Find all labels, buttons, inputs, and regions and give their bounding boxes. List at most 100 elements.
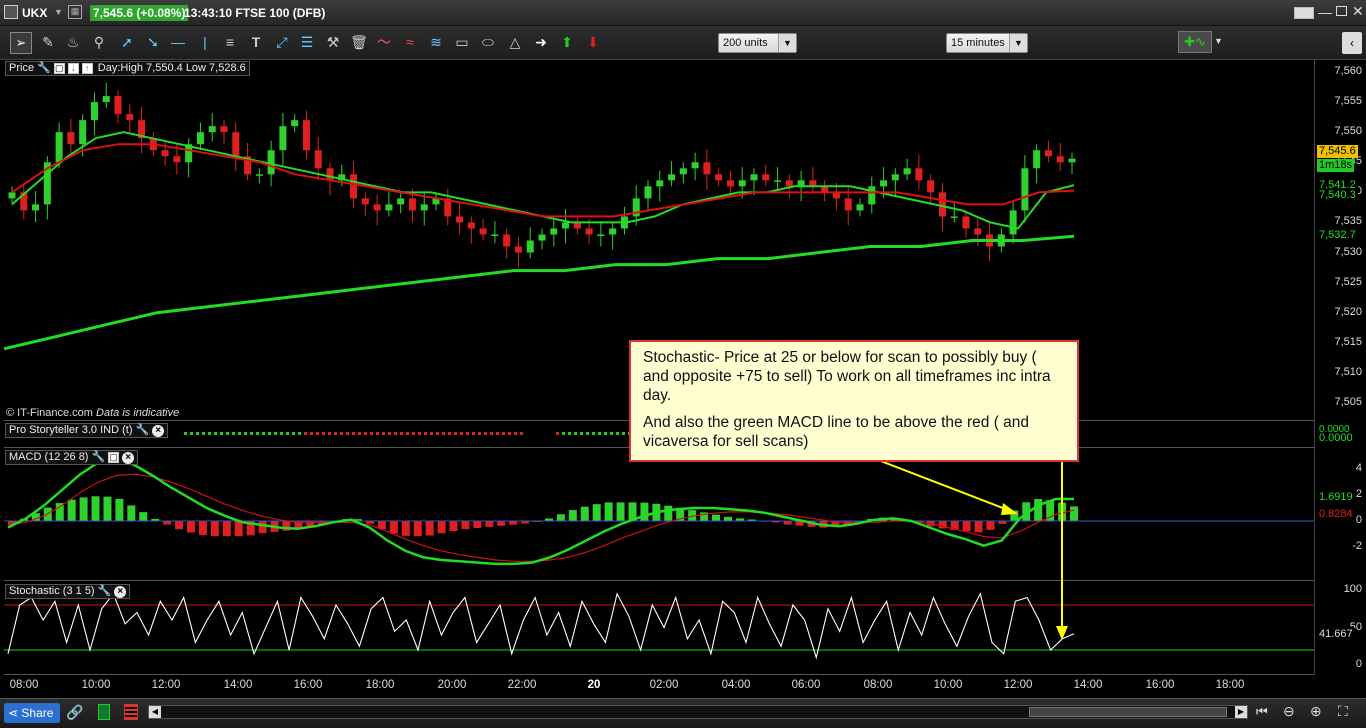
price-tick: 7,535 bbox=[1334, 215, 1362, 228]
stochastic-panel[interactable]: Stochastic (3 1 5) 🔧 × bbox=[4, 581, 1314, 675]
ellipse-icon[interactable]: ⬭ bbox=[478, 32, 498, 52]
storyteller-dot bbox=[214, 432, 217, 435]
title-bar: UKX ▼ ▦ 7,545.6 (+0.08%) 13:43:10 FTSE 1… bbox=[0, 0, 1366, 26]
macd-tick: 2 bbox=[1355, 488, 1362, 500]
tools-icon[interactable]: ⚒ bbox=[323, 32, 343, 52]
close-icon[interactable]: × bbox=[152, 424, 165, 437]
down-arrow-icon[interactable]: ↓ bbox=[67, 63, 79, 74]
trendline-icon[interactable]: ➚ bbox=[117, 32, 137, 52]
candle-body bbox=[314, 150, 322, 169]
scroll-right-icon[interactable]: ▶ bbox=[1235, 706, 1247, 718]
storyteller-dot bbox=[256, 432, 259, 435]
keyboard-icon[interactable] bbox=[1294, 7, 1314, 19]
window-icon[interactable]: ▢ bbox=[53, 63, 65, 74]
day-range: Day:High 7,550.4 Low 7,528.6 bbox=[97, 62, 246, 74]
macd-histogram-bar bbox=[401, 521, 410, 536]
arrow-tool-icon[interactable]: ⤢ bbox=[272, 32, 292, 52]
units-select[interactable]: 200 units ▼ bbox=[718, 33, 797, 53]
interval-select[interactable]: 15 minutes ▼ bbox=[946, 33, 1028, 53]
horizontal-line-icon[interactable]: — bbox=[168, 32, 188, 52]
arrow-down-icon[interactable]: ⬇ bbox=[583, 32, 603, 52]
candle-body bbox=[491, 234, 499, 236]
link-icon[interactable]: 🔗 bbox=[66, 704, 83, 721]
arrow-up-icon[interactable]: ⬆ bbox=[557, 32, 577, 52]
storyteller-dot bbox=[388, 432, 391, 435]
candle-body bbox=[656, 180, 664, 187]
candle-body bbox=[32, 204, 40, 211]
macd-panel[interactable]: MACD (12 26 8) 🔧 ▢ × bbox=[4, 448, 1314, 581]
close-icon[interactable]: ✕ bbox=[1352, 3, 1364, 20]
wrench-icon[interactable]: 🔧 bbox=[98, 585, 112, 598]
alert-bell-icon[interactable]: ♨ bbox=[63, 32, 83, 52]
scroll-thumb[interactable] bbox=[1029, 707, 1227, 717]
time-tick: 06:00 bbox=[791, 679, 821, 691]
pitchfork-icon[interactable]: ☰ bbox=[297, 32, 317, 52]
macd-label: MACD (12 26 8) bbox=[9, 451, 89, 463]
trash-icon[interactable]: 🗑 bbox=[349, 32, 369, 52]
candle-body bbox=[915, 168, 923, 181]
close-icon[interactable]: × bbox=[122, 451, 135, 464]
horizontal-scrollbar[interactable]: ◀ ▶ bbox=[148, 705, 1248, 719]
status-bar: ⋖ Share 🔗 ◀ ▶ ⏮ ⊖ ⊕ ⛶ bbox=[0, 698, 1366, 728]
candle-body bbox=[385, 204, 393, 211]
macd-line bbox=[7, 457, 1075, 566]
candle-body bbox=[1009, 210, 1017, 235]
candle-body bbox=[302, 120, 310, 151]
text-tool-icon[interactable]: T bbox=[246, 32, 266, 52]
close-icon[interactable]: × bbox=[114, 585, 127, 598]
grid-icon[interactable]: ▦ bbox=[68, 5, 82, 19]
storyteller-dot bbox=[220, 432, 223, 435]
storyteller-dot bbox=[304, 432, 307, 435]
columns-icon[interactable] bbox=[124, 704, 138, 720]
share-label: Share bbox=[21, 706, 54, 720]
fibonacci-icon[interactable]: ≡ bbox=[220, 32, 240, 52]
share-button[interactable]: ⋖ Share bbox=[4, 703, 60, 723]
window-icon[interactable]: ▢ bbox=[108, 452, 120, 463]
storyteller-dot bbox=[418, 432, 421, 435]
vertical-line-icon[interactable]: | bbox=[195, 32, 215, 52]
storyteller-dot bbox=[262, 432, 265, 435]
minimize-icon[interactable]: — bbox=[1318, 4, 1332, 20]
price-tick: 7,520 bbox=[1334, 305, 1362, 318]
zoom-icon[interactable]: ⚲ bbox=[89, 32, 109, 52]
time-tick: 14:00 bbox=[223, 679, 253, 691]
zoom-in-icon[interactable]: ⊕ bbox=[1310, 703, 1322, 720]
macd-histogram-bar bbox=[163, 521, 172, 525]
storyteller-dot bbox=[382, 432, 385, 435]
storyteller-dot bbox=[328, 432, 331, 435]
wrench-icon[interactable]: 🔧 bbox=[91, 451, 105, 464]
wrench-icon[interactable]: 🔧 bbox=[37, 62, 51, 75]
storyteller-dot bbox=[604, 432, 607, 435]
candle-body bbox=[196, 132, 204, 145]
candle-body bbox=[774, 180, 782, 182]
macd-histogram-bar bbox=[556, 514, 565, 521]
price-tick: 7,505 bbox=[1334, 395, 1362, 408]
rectangle-icon[interactable]: ▭ bbox=[452, 32, 472, 52]
symbol-label[interactable]: UKX bbox=[22, 6, 47, 20]
fit-icon[interactable]: ⛶ bbox=[1338, 703, 1348, 720]
wave-icon[interactable]: ≈ bbox=[400, 32, 420, 52]
symbol-dropdown-icon[interactable]: ▼ bbox=[54, 7, 63, 17]
scroll-left-icon[interactable]: ◀ bbox=[149, 706, 161, 718]
ray-icon[interactable]: ➘ bbox=[143, 32, 163, 52]
triangle-icon[interactable]: △ bbox=[505, 32, 525, 52]
maximize-icon[interactable] bbox=[1336, 6, 1347, 16]
drawing-toolbar: ➢ ✎ ♨ ⚲ ➚ ➘ — | ≡ T ⤢ ☰ ⚒ 🗑 〜 ≈ ≋ ▭ ⬭ △ … bbox=[0, 26, 1366, 60]
macd-histogram-bar bbox=[568, 510, 577, 521]
indicators-icon[interactable]: ✚∿ bbox=[1178, 31, 1212, 53]
stochastic-chart bbox=[4, 592, 1314, 660]
panel-collapse-icon[interactable]: ‹ bbox=[1342, 32, 1362, 54]
indicators-dropdown-icon[interactable]: ▼ bbox=[1214, 36, 1223, 46]
wrench-icon[interactable]: 🔧 bbox=[135, 424, 149, 437]
layout-icon[interactable] bbox=[98, 704, 110, 720]
ruler-icon[interactable]: ✎ bbox=[38, 32, 58, 52]
storyteller-dot bbox=[358, 432, 361, 435]
cursor-icon[interactable]: ➢ bbox=[10, 32, 32, 54]
step-back-icon[interactable]: ⏮ bbox=[1256, 704, 1268, 720]
zigzag-icon[interactable]: 〜 bbox=[374, 32, 394, 52]
stochastic-label: Stochastic (3 1 5) bbox=[9, 585, 95, 597]
up-arrow-icon[interactable]: ↑ bbox=[81, 63, 93, 74]
zoom-out-icon[interactable]: ⊖ bbox=[1283, 703, 1295, 720]
channel-icon[interactable]: ≋ bbox=[426, 32, 446, 52]
arrow-right-icon[interactable]: ➜ bbox=[531, 32, 551, 52]
